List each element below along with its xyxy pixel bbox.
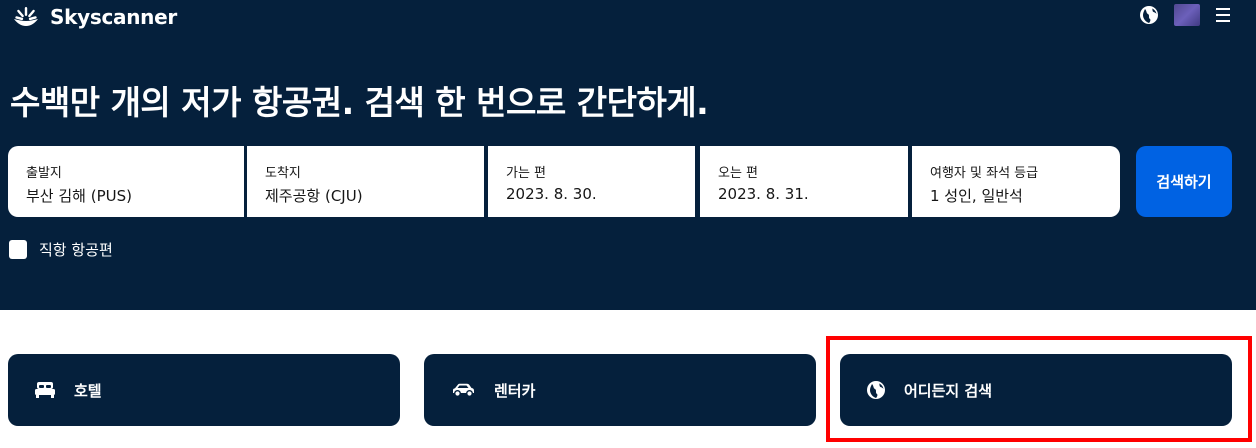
direct-flights-label: 직항 항공편 bbox=[39, 241, 113, 259]
logo-text: Skyscanner bbox=[50, 5, 177, 29]
car-icon bbox=[453, 383, 474, 397]
depart-date-field[interactable]: 가는 편 2023. 8. 30. bbox=[488, 146, 695, 217]
travellers-cabin-field[interactable]: 여행자 및 좌석 등급 1 성인, 일반석 bbox=[912, 146, 1120, 217]
hotels-card[interactable]: 호텔 bbox=[8, 354, 400, 426]
avatar[interactable] bbox=[1174, 4, 1200, 26]
origin-field[interactable]: 출발지 부산 김해 (PUS) bbox=[8, 146, 244, 217]
return-date-field[interactable]: 오는 편 2023. 8. 31. bbox=[700, 146, 908, 217]
destination-field[interactable]: 도착지 제주공항 (CJU) bbox=[247, 146, 484, 217]
hotels-label: 호텔 bbox=[74, 381, 102, 400]
page-title: 수백만 개의 저가 항공권. 검색 한 번으로 간단하게. bbox=[10, 83, 709, 122]
origin-label: 출발지 bbox=[26, 166, 62, 181]
origin-value: 부산 김해 (PUS) bbox=[26, 187, 132, 205]
hero-section: Skyscanner 수백만 개의 저가 항공권. 검색 한 번으로 간단하게.… bbox=[0, 0, 1256, 310]
travellers-value: 1 성인, 일반석 bbox=[930, 187, 1023, 205]
direct-flights-option[interactable]: 직항 항공편 bbox=[9, 239, 113, 260]
bed-icon bbox=[35, 382, 55, 398]
destination-value: 제주공항 (CJU) bbox=[265, 187, 363, 205]
hamburger-menu-icon[interactable] bbox=[1214, 6, 1232, 24]
search-button[interactable]: 검색하기 bbox=[1136, 146, 1232, 217]
sunrise-icon bbox=[14, 7, 38, 26]
depart-label: 가는 편 bbox=[506, 166, 547, 181]
destination-label: 도착지 bbox=[265, 166, 301, 181]
travellers-label: 여행자 및 좌석 등급 bbox=[930, 166, 1039, 181]
return-label: 오는 편 bbox=[718, 166, 759, 181]
globe-icon bbox=[1140, 6, 1158, 24]
car-hire-label: 렌터카 bbox=[494, 381, 536, 400]
skyscanner-logo[interactable]: Skyscanner bbox=[8, 2, 177, 32]
header-actions bbox=[1138, 4, 1232, 26]
direct-flights-checkbox[interactable] bbox=[9, 240, 27, 259]
car-hire-card[interactable]: 렌터카 bbox=[424, 354, 816, 426]
depart-value: 2023. 8. 30. bbox=[506, 185, 597, 203]
red-highlight-box bbox=[826, 336, 1252, 442]
return-value: 2023. 8. 31. bbox=[718, 185, 809, 203]
language-globe-button[interactable] bbox=[1138, 4, 1160, 26]
